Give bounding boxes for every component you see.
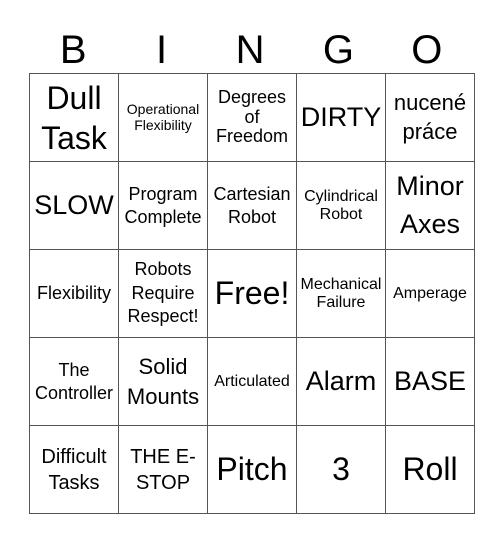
bingo-cell[interactable]: Flexibility [29,249,119,338]
bingo-cell[interactable]: Operational Flexibility [118,73,208,162]
bingo-cell[interactable]: nucené práce [385,73,475,162]
bingo-cell[interactable]: BASE [385,337,475,426]
bingo-cell[interactable]: Robots Require Respect! [118,249,208,338]
bingo-cell[interactable]: Pitch [207,425,297,514]
bingo-cell[interactable]: Dull Task [29,73,119,162]
bingo-cell[interactable]: Roll [385,425,475,514]
bingo-cell[interactable]: THE E-STOP [118,425,208,514]
bingo-cell[interactable]: Minor Axes [385,161,475,250]
header-letter-b: B [59,28,87,72]
bingo-header: B I N G O [29,26,471,74]
bingo-cell[interactable]: SLOW [29,161,119,250]
bingo-cell[interactable]: Mechanical Failure [296,249,386,338]
bingo-cell[interactable]: DIRTY [296,73,386,162]
header-letter-n: N [235,28,265,72]
bingo-cell[interactable]: Degrees of Freedom [207,73,297,162]
grid-row: SLOW Program Complete Cartesian Robot Cy… [29,161,475,250]
header-letter-o: O [411,28,443,72]
bingo-cell[interactable]: Solid Mounts [118,337,208,426]
grid-row: The Controller Solid Mounts Articulated … [29,337,475,426]
grid-row: Dull Task Operational Flexibility Degree… [29,73,475,162]
grid-row: Difficult Tasks THE E-STOP Pitch 3 Roll [29,425,475,514]
header-letter-g: G [322,28,354,72]
bingo-cell[interactable]: Program Complete [118,161,208,250]
bingo-cell[interactable]: Cylindrical Robot [296,161,386,250]
bingo-cell[interactable]: Amperage [385,249,475,338]
bingo-cell[interactable]: Cartesian Robot [207,161,297,250]
bingo-cell[interactable]: 3 [296,425,386,514]
bingo-cell-free[interactable]: Free! [207,249,297,338]
bingo-cell[interactable]: Articulated [207,337,297,426]
grid-row: Flexibility Robots Require Respect! Free… [29,249,475,338]
header-letter-i: I [156,28,168,72]
bingo-cell[interactable]: The Controller [29,337,119,426]
bingo-grid: Dull Task Operational Flexibility Degree… [29,73,475,514]
bingo-cell[interactable]: Difficult Tasks [29,425,119,514]
bingo-cell[interactable]: Alarm [296,337,386,426]
